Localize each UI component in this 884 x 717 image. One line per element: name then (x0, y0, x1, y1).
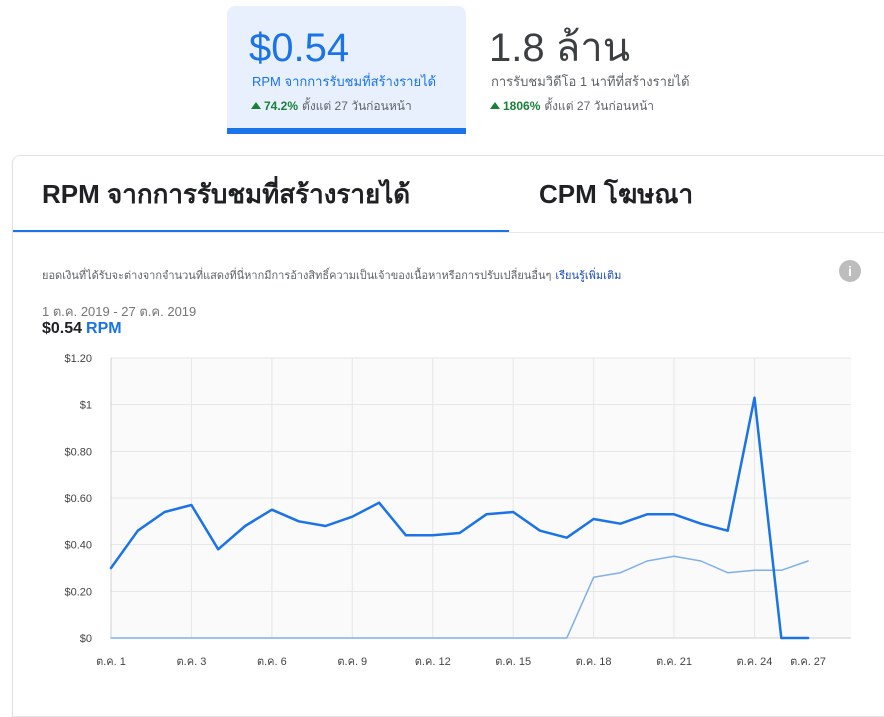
line-chart: $0 $0.20 $0.40 $0.60 $0.80 $1 $1.20 ต.ค. 1 ต.ค. … (64, 353, 851, 668)
y-tick-label: $0 (80, 633, 92, 645)
x-tick-label: ต.ค. 12 (415, 656, 451, 668)
y-tick-label: $0.80 (64, 446, 92, 458)
x-tick-label: ต.ค. 6 (257, 656, 287, 668)
y-tick-label: $1 (80, 400, 92, 412)
x-tick-label: ต.ค. 24 (737, 656, 773, 668)
x-tick-label: ต.ค. 18 (576, 656, 612, 668)
y-tick-label: $0.20 (64, 586, 92, 598)
x-tick-label: ต.ค. 3 (177, 656, 207, 668)
x-tick-label: ต.ค. 21 (656, 656, 692, 668)
x-tick-label: ต.ค. 1 (96, 656, 126, 668)
y-tick-label: $0.60 (64, 493, 92, 505)
y-tick-label: $0.40 (64, 540, 92, 552)
x-tick-label: ต.ค. 9 (337, 656, 367, 668)
x-tick-label: ต.ค. 27 (790, 656, 826, 668)
x-tick-label: ต.ค. 15 (495, 656, 531, 668)
y-tick-label: $1.20 (64, 353, 92, 365)
